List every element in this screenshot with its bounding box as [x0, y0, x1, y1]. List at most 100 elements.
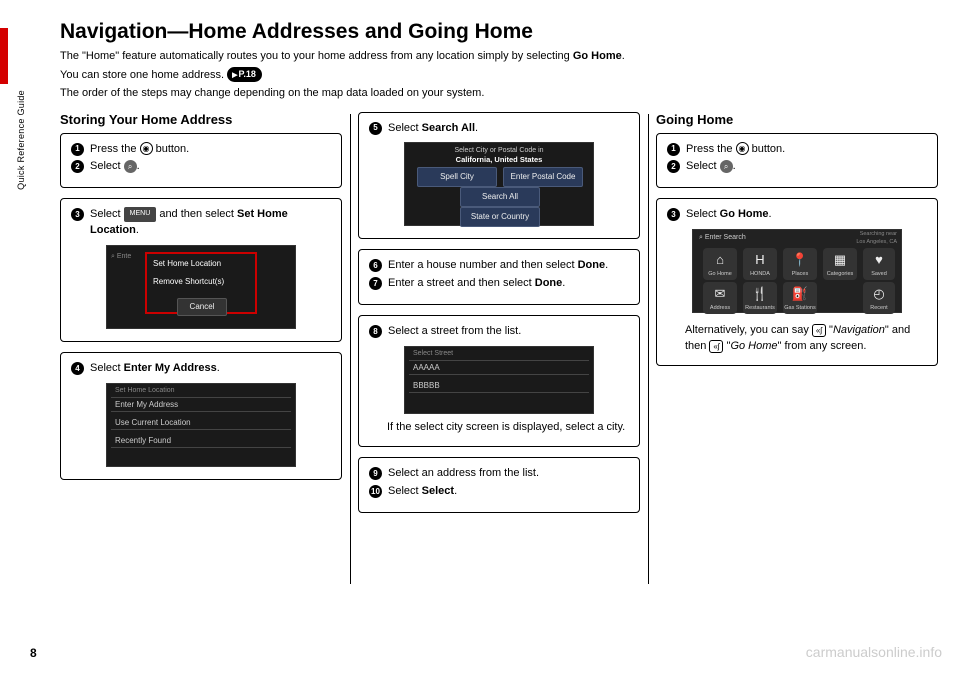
step-7: 7 Enter a street and then select Done. [369, 276, 629, 292]
step-badge-7: 7 [369, 277, 382, 290]
list-item: AAAAA [409, 361, 589, 375]
text: Select [388, 485, 422, 497]
step-6: 6 Enter a house number and then select D… [369, 258, 629, 274]
sc-header: Select Street [409, 347, 589, 361]
step-9: 9 Select an address from the list. [369, 466, 629, 482]
text: Recent [863, 305, 895, 313]
text: button. [153, 143, 190, 155]
column-2: 5 Select Search All. Select City or Post… [358, 112, 640, 524]
honda-icon: H [743, 251, 777, 270]
text: Restaurants [743, 305, 777, 313]
text: Saved [863, 271, 895, 279]
col1-box-3: 4 Select Enter My Address. Set Home Loca… [60, 352, 342, 480]
screenshot-search-all: Select City or Postal Code in California… [404, 142, 594, 226]
text: . [137, 160, 140, 172]
text: The "Home" feature automatically routes … [60, 50, 573, 62]
sc-header: Set Home Location [111, 384, 291, 398]
step-badge-3: 3 [667, 208, 680, 221]
sc-location: Searching near Los Angeles, CA [856, 231, 897, 247]
col3-box-1: 1 Press the ◉ button. 2 Select ⌕. [656, 133, 938, 189]
step-badge-1: 1 [667, 143, 680, 156]
tile-honda: HHONDA [743, 248, 777, 280]
text: . [605, 259, 608, 271]
col1-heading: Storing Your Home Address [60, 112, 342, 127]
intro-block: The "Home" feature automatically routes … [60, 48, 940, 102]
step-8: 8 Select a street from the list. [369, 324, 629, 340]
tile-gas: ⛽Gas Stations [783, 282, 817, 314]
gh-step-1: 1 Press the ◉ button. [667, 142, 927, 158]
col3-box-2: 3 Select Go Home. ⌕ Enter Search Searchi… [656, 198, 938, 366]
search-circle-icon: ⌕ [124, 160, 137, 173]
bold-text: Done [578, 259, 606, 271]
sc-text: Set Home Location [153, 258, 221, 270]
step-badge-8: 8 [369, 325, 382, 338]
text: Select [686, 208, 720, 220]
home-icon: ⌂ [703, 251, 737, 270]
col1-box-2: 3 Select MENU and then select Set Home L… [60, 198, 342, 342]
tile-go-home: ⌂Go Home [703, 248, 737, 280]
sc-cancel-button: Cancel [177, 298, 227, 316]
col2-box-3: 8 Select a street from the list. Select … [358, 315, 640, 447]
column-3: Going Home 1 Press the ◉ button. 2 Selec… [656, 112, 938, 524]
text: Gas Stations [783, 305, 817, 313]
column-1: Storing Your Home Address 1 Press the ◉ … [60, 112, 342, 524]
text: Press the [90, 143, 140, 155]
food-icon: 🍴 [743, 285, 777, 304]
screenshot-home-location-list: Set Home Location Enter My Address Use C… [106, 383, 296, 467]
clock-icon: ◴ [863, 285, 895, 304]
step-badge-10: 10 [369, 485, 382, 498]
step-badge-1: 1 [71, 143, 84, 156]
sc-postal-code: Enter Postal Code [503, 167, 583, 187]
nav-button-icon: ◉ [736, 142, 749, 155]
bold-text: Search All [422, 122, 475, 134]
column-divider-1 [350, 114, 351, 584]
text: Alternatively, you can say [685, 324, 812, 336]
menu-button-icon: MENU [124, 207, 157, 221]
text: and then select [156, 208, 237, 220]
intro-line-2: You can store one home address. P.18 [60, 67, 940, 84]
step-10: 10 Select Select. [369, 484, 629, 500]
text: Places [783, 271, 817, 279]
col2-box-2: 6 Enter a house number and then select D… [358, 249, 640, 305]
text: Press the [686, 143, 736, 155]
step-8-note: If the select city screen is displayed, … [387, 420, 629, 436]
text: Select [686, 160, 720, 172]
screenshot-menu-popup: Set Home Location Remove Shortcut(s) Can… [106, 245, 296, 329]
voice-icon: «ʃ [709, 340, 723, 353]
tile-address: ✉Address [703, 282, 737, 314]
text: Enter a street and then select [388, 277, 535, 289]
address-icon: ✉ [703, 285, 737, 304]
col1-box-1: 1 Press the ◉ button. 2 Select ⌕. [60, 133, 342, 189]
intro-line-1: The "Home" feature automatically routes … [60, 48, 940, 65]
tile-places: 📍Places [783, 248, 817, 280]
pin-icon: 📍 [783, 251, 817, 270]
italic-text: Navigation [833, 324, 885, 336]
text: " from any screen. [778, 340, 867, 352]
gh-step-2: 2 Select ⌕. [667, 159, 927, 175]
text: Select [90, 208, 124, 220]
screenshot-street-list: Select Street AAAAA BBBBB [404, 346, 594, 414]
heart-icon: ♥ [863, 251, 895, 270]
step-badge-2: 2 [71, 160, 84, 173]
text: Enter Search [705, 234, 746, 241]
text: . [622, 50, 625, 62]
text: button. [749, 143, 786, 155]
step-badge-5: 5 [369, 122, 382, 135]
col2-box-1: 5 Select Search All. Select City or Post… [358, 112, 640, 240]
gh-step-3: 3 Select Go Home. [667, 207, 927, 223]
grid-icon: ▦ [823, 251, 857, 270]
text: . [454, 485, 457, 497]
bold-text: Enter My Address [124, 362, 217, 374]
voice-note: Alternatively, you can say «ʃ "Navigatio… [685, 323, 927, 355]
step-badge-9: 9 [369, 467, 382, 480]
text: . [475, 122, 478, 134]
step-badge-3: 3 [71, 208, 84, 221]
text: You can store one home address. [60, 69, 227, 81]
page-number: 8 [30, 646, 37, 660]
tile-restaurants: 🍴Restaurants [743, 282, 777, 314]
column-divider-2 [648, 114, 649, 584]
italic-text: Go Home [730, 340, 777, 352]
list-item: BBBBB [409, 379, 589, 393]
text: Select [90, 160, 124, 172]
bold-text: Done [535, 277, 563, 289]
